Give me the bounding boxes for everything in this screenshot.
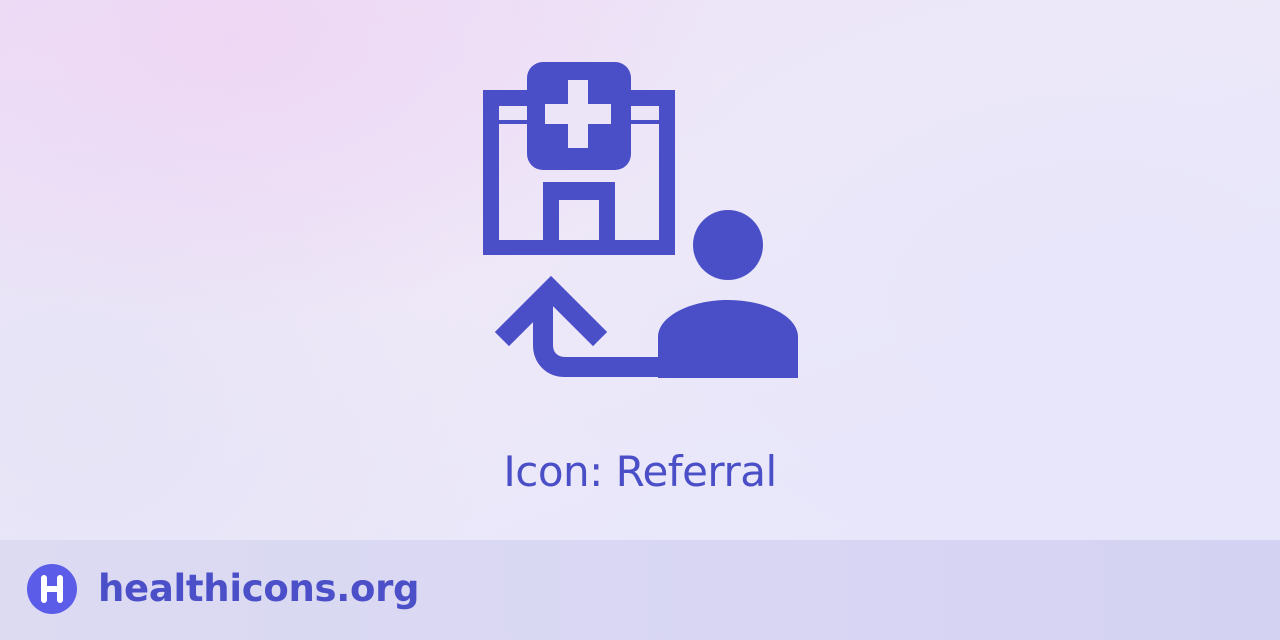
site-name-link[interactable]: healthicons.org: [98, 565, 420, 613]
up-arrow-icon: [494, 275, 658, 377]
person-icon: [658, 210, 798, 378]
hero-referral-icon: [481, 62, 801, 382]
icon-caption: Icon: Referral: [503, 447, 777, 496]
footer-bar: healthicons.org: [0, 540, 1280, 640]
healthicons-logo-icon[interactable]: [27, 564, 77, 614]
